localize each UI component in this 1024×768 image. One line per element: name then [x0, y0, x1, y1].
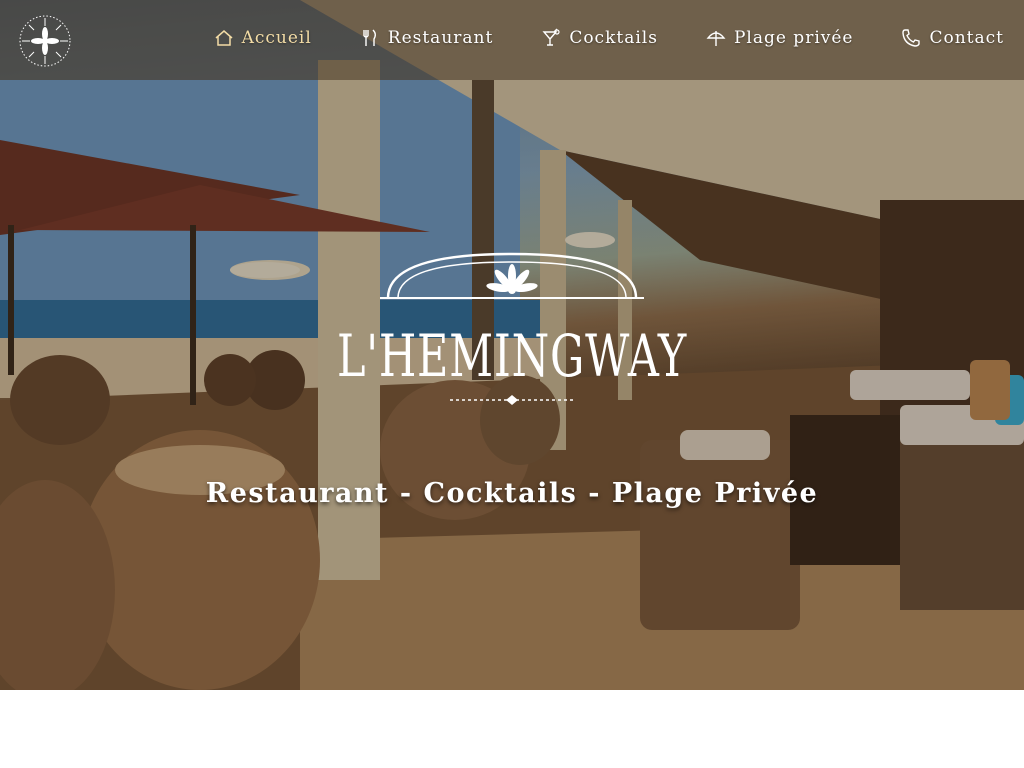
brand-logo: L'HEMINGWAY — [337, 252, 687, 405]
hero-section: Accueil Restaurant Cocktails Plage privé… — [0, 0, 1024, 690]
nav-item-restaurant[interactable]: Restaurant — [360, 28, 494, 48]
main-navigation: Accueil Restaurant Cocktails Plage privé… — [214, 28, 1004, 48]
fork-knife-icon — [363, 29, 376, 46]
nav-item-label: Plage privée — [733, 28, 854, 48]
nav-item-plage-privee[interactable]: Plage privée — [706, 28, 854, 48]
umbrella-icon — [706, 31, 726, 46]
brand-badge-logo[interactable] — [18, 14, 72, 68]
page-content-area — [0, 690, 1024, 768]
cocktail-icon — [542, 28, 560, 46]
nav-item-contact[interactable]: Contact — [901, 28, 1004, 48]
nav-item-label: Contact — [929, 28, 1004, 48]
nav-item-accueil[interactable]: Accueil — [214, 28, 312, 48]
phone-icon — [902, 29, 921, 47]
brand-name: L'HEMINGWAY — [337, 322, 687, 390]
nav-item-label: Accueil — [241, 28, 312, 48]
home-icon — [215, 30, 233, 46]
nav-item-cocktails[interactable]: Cocktails — [541, 28, 658, 48]
nav-item-label: Restaurant — [387, 28, 494, 48]
hero-tagline: Restaurant - Cocktails - Plage Privée — [205, 478, 819, 509]
logo-flower-icon — [486, 264, 538, 294]
nav-item-label: Cocktails — [569, 28, 658, 48]
